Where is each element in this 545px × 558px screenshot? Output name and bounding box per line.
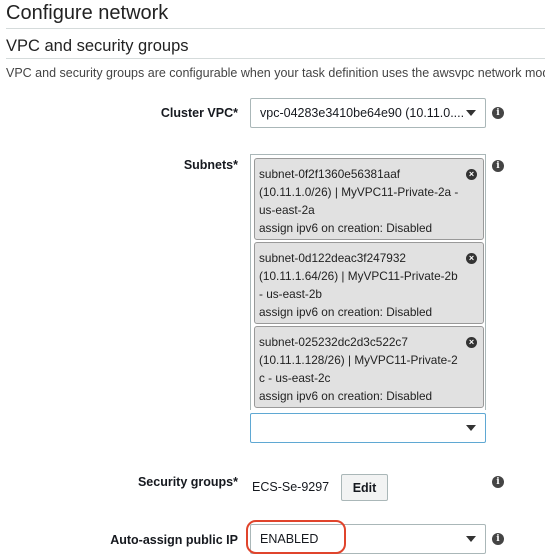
- chevron-down-icon: [466, 110, 476, 116]
- subnet-chip-line: (10.11.1.0/26) | MyVPC11-Private-2a -: [259, 185, 459, 199]
- chevron-down-icon: [466, 425, 476, 431]
- subnet-chip-line: assign ipv6 on creation: Disabled: [259, 305, 433, 319]
- subnet-chip: subnet-0d122deac3f247932 (10.11.1.64/26)…: [254, 242, 484, 324]
- subnet-chip: subnet-025232dc2d3c522c7 (10.11.1.128/26…: [254, 326, 484, 408]
- subnet-chip-line: assign ipv6 on creation: Disabled: [259, 389, 433, 403]
- edit-security-groups-button[interactable]: Edit: [341, 474, 388, 501]
- remove-chip-icon[interactable]: ×: [466, 169, 477, 180]
- chevron-down-icon: [466, 536, 476, 542]
- auto-assign-ip-label: Auto-assign public IP: [110, 533, 238, 547]
- auto-assign-ip-value: ENABLED: [260, 532, 319, 546]
- info-icon[interactable]: i: [492, 160, 504, 172]
- divider: [6, 58, 545, 59]
- divider: [6, 28, 545, 29]
- subnet-chip-line: c - us-east-2c: [259, 371, 331, 385]
- section-description: VPC and security groups are configurable…: [6, 66, 545, 80]
- subnet-chip-line: (10.11.1.128/26) | MyVPC11-Private-2: [259, 353, 458, 367]
- subnet-chip-line: assign ipv6 on creation: Disabled: [259, 221, 433, 235]
- cluster-vpc-value: vpc-04283e3410be64e90 (10.11.0....: [260, 106, 465, 120]
- subnet-chip-line: - us-east-2b: [259, 287, 322, 301]
- cluster-vpc-label: Cluster VPC*: [160, 106, 238, 120]
- subnet-chip-line: subnet-0d122deac3f247932: [259, 251, 406, 265]
- subnet-chip-line: subnet-0f2f1360e56381aaf: [259, 167, 401, 181]
- subnet-add-select[interactable]: [250, 413, 486, 443]
- subnet-chip: subnet-0f2f1360e56381aaf (10.11.1.0/26) …: [254, 158, 484, 240]
- page-title: Configure network: [6, 2, 169, 24]
- remove-chip-icon[interactable]: ×: [466, 253, 477, 264]
- remove-chip-icon[interactable]: ×: [466, 337, 477, 348]
- security-groups-label: Security groups*: [137, 475, 238, 489]
- section-title: VPC and security groups: [6, 37, 189, 55]
- subnet-chip-line: us-east-2a: [259, 203, 315, 217]
- subnet-chip-line: subnet-025232dc2d3c522c7: [259, 335, 408, 349]
- info-icon[interactable]: i: [492, 107, 504, 119]
- info-icon[interactable]: i: [492, 533, 504, 545]
- subnets-label: Subnets*: [183, 158, 238, 172]
- security-group-value: ECS-Se-9297: [252, 480, 330, 494]
- info-icon[interactable]: i: [492, 476, 504, 488]
- subnet-chip-line: (10.11.1.64/26) | MyVPC11-Private-2b: [259, 269, 458, 283]
- auto-assign-ip-select[interactable]: ENABLED: [250, 524, 486, 554]
- cluster-vpc-select[interactable]: vpc-04283e3410be64e90 (10.11.0....: [250, 98, 486, 128]
